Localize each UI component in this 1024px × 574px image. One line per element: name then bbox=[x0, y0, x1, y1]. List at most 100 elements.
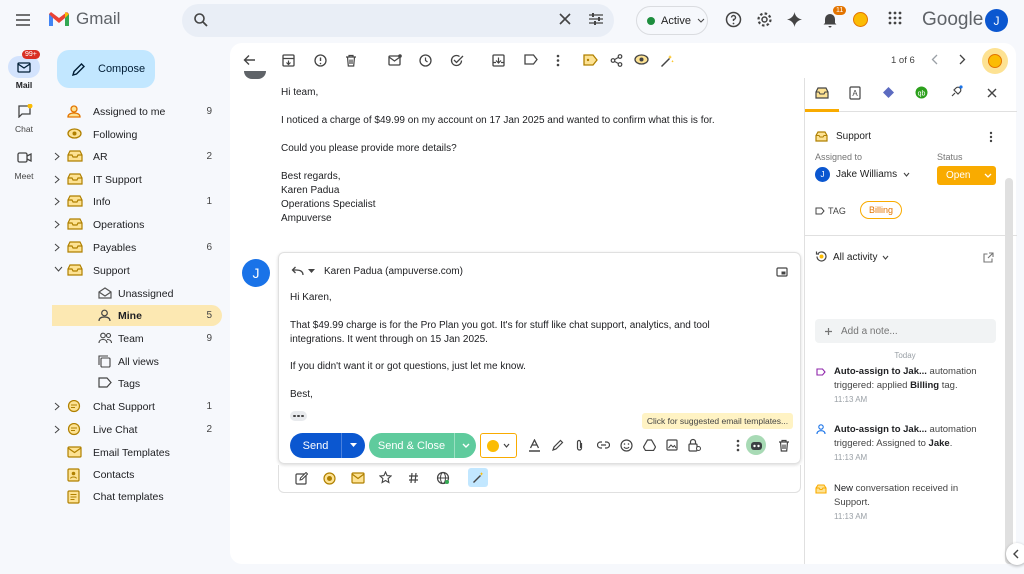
chevron-right-icon[interactable] bbox=[54, 402, 60, 411]
reply-body[interactable]: If you didn't want it or got questions, … bbox=[290, 360, 526, 374]
reply-type-caret-icon[interactable] bbox=[308, 269, 315, 274]
sidebar-item-chat-templates[interactable]: Chat templates bbox=[52, 486, 222, 507]
hiver-coin-icon[interactable] bbox=[323, 472, 336, 485]
email-template-icon[interactable] bbox=[351, 472, 365, 484]
clear-search-icon[interactable] bbox=[558, 12, 572, 26]
more-options-icon[interactable] bbox=[989, 131, 993, 143]
tab-conversation-icon[interactable] bbox=[815, 87, 829, 99]
snooze-clock-icon[interactable] bbox=[419, 54, 432, 67]
search-options-icon[interactable] bbox=[588, 12, 604, 26]
sidebar-item-support[interactable]: Support bbox=[52, 260, 222, 281]
search-icon[interactable] bbox=[193, 12, 209, 28]
sidebar-item-mine[interactable]: Mine 5 bbox=[52, 305, 222, 326]
pop-out-icon[interactable] bbox=[776, 267, 788, 277]
discard-draft-trash-icon[interactable] bbox=[778, 439, 790, 452]
add-note-input[interactable] bbox=[815, 319, 996, 343]
hiver-tag-icon[interactable] bbox=[583, 54, 598, 66]
reply-closing[interactable]: Best, bbox=[290, 388, 313, 402]
hiver-options-button[interactable] bbox=[480, 433, 517, 458]
globe-icon[interactable] bbox=[436, 471, 450, 485]
activity-filter[interactable]: All activity bbox=[833, 252, 889, 263]
reply-arrow-icon[interactable] bbox=[291, 266, 304, 276]
tab-contact-card-icon[interactable]: A bbox=[849, 86, 861, 100]
assignee-selector[interactable]: J Jake Williams bbox=[815, 167, 910, 182]
account-avatar[interactable]: J bbox=[985, 9, 1008, 32]
edit-note-icon[interactable] bbox=[295, 472, 308, 485]
archive-icon[interactable] bbox=[282, 54, 295, 67]
apps-grid-icon[interactable] bbox=[888, 11, 902, 25]
ai-assist-button[interactable] bbox=[468, 468, 488, 487]
previous-chevron-icon[interactable] bbox=[931, 54, 938, 65]
sidebar-item-following[interactable]: Following bbox=[52, 124, 222, 145]
more-options-icon[interactable] bbox=[736, 439, 740, 452]
send-and-close-button[interactable]: Send & Close bbox=[369, 433, 476, 458]
reply-recipient[interactable]: Karen Padua (ampuverse.com) bbox=[324, 266, 463, 277]
label-icon[interactable] bbox=[524, 54, 538, 65]
next-chevron-icon[interactable] bbox=[959, 54, 966, 65]
chevron-right-icon[interactable] bbox=[54, 152, 60, 161]
chevron-down-icon[interactable] bbox=[54, 266, 63, 272]
sidebar-item-all-views[interactable]: All views bbox=[52, 351, 222, 372]
add-tag-button[interactable]: TAG bbox=[815, 202, 846, 219]
sidebar-item-ar[interactable]: AR 2 bbox=[52, 146, 222, 167]
more-options-icon[interactable] bbox=[556, 54, 560, 67]
sidebar-item-contacts[interactable]: Contacts bbox=[52, 464, 222, 485]
sidebar-item-team[interactable]: Team 9 bbox=[52, 328, 222, 349]
open-external-icon[interactable] bbox=[983, 252, 994, 263]
sidebar-item-unassigned[interactable]: Unassigned bbox=[52, 283, 222, 304]
back-arrow-icon[interactable] bbox=[243, 54, 256, 66]
emoji-icon[interactable] bbox=[620, 439, 633, 452]
page-scrollbar[interactable] bbox=[1005, 178, 1013, 564]
hashtag-icon[interactable] bbox=[408, 472, 419, 484]
insert-photo-icon[interactable] bbox=[666, 439, 678, 451]
reply-greeting[interactable]: Hi Karen, bbox=[290, 291, 332, 305]
send-close-dropdown[interactable] bbox=[454, 433, 476, 458]
star-icon[interactable] bbox=[379, 471, 392, 484]
text-format-icon[interactable] bbox=[529, 439, 540, 452]
help-icon[interactable] bbox=[725, 11, 742, 28]
status-dropdown[interactable]: Open bbox=[937, 166, 996, 185]
collapse-side-panel-button[interactable] bbox=[1006, 543, 1024, 565]
main-menu-icon[interactable] bbox=[14, 12, 34, 28]
sidebar-item-chat-support[interactable]: Chat Support 1 bbox=[52, 396, 222, 417]
chevron-right-icon[interactable] bbox=[54, 243, 60, 252]
report-spam-icon[interactable] bbox=[314, 54, 327, 67]
send-button[interactable]: Send bbox=[290, 433, 365, 458]
hiver-extension-icon[interactable] bbox=[853, 12, 868, 27]
add-task-icon[interactable] bbox=[450, 54, 464, 67]
reply-body[interactable]: That $49.99 charge is for the Pro Plan y… bbox=[290, 319, 750, 347]
sidebar-item-operations[interactable]: Operations bbox=[52, 214, 222, 235]
mark-unread-icon[interactable] bbox=[388, 54, 402, 66]
sidebar-item-assigned-to-me[interactable]: Assigned to me 9 bbox=[52, 101, 222, 122]
gemini-sparkle-icon[interactable] bbox=[786, 11, 803, 28]
magic-wand-icon[interactable] bbox=[660, 54, 674, 68]
hiver-panel-toggle[interactable] bbox=[982, 48, 1008, 74]
attachment-paperclip-icon[interactable] bbox=[575, 439, 584, 452]
move-to-icon[interactable] bbox=[492, 54, 505, 67]
sidebar-item-it-support[interactable]: IT Support bbox=[52, 169, 222, 190]
chevron-right-icon[interactable] bbox=[54, 220, 60, 229]
sidebar-item-payables[interactable]: Payables 6 bbox=[52, 237, 222, 258]
confidential-lock-icon[interactable] bbox=[688, 438, 701, 452]
delete-trash-icon[interactable] bbox=[345, 54, 357, 67]
gmail-logo[interactable]: Gmail bbox=[48, 9, 120, 29]
sidebar-item-live-chat[interactable]: Live Chat 2 bbox=[52, 419, 222, 440]
tab-quickbooks-icon[interactable]: qb bbox=[915, 86, 928, 99]
tag-chip-billing[interactable]: Billing bbox=[860, 201, 903, 219]
chevron-right-icon[interactable] bbox=[54, 175, 60, 184]
send-options-dropdown[interactable] bbox=[341, 433, 365, 458]
suggested-templates-bot-button[interactable] bbox=[746, 435, 766, 455]
chevron-right-icon[interactable] bbox=[54, 197, 60, 206]
sidebar-item-email-templates[interactable]: Email Templates bbox=[52, 442, 222, 463]
share-icon[interactable] bbox=[610, 54, 623, 67]
settings-gear-icon[interactable] bbox=[756, 11, 773, 28]
tab-apps-plug-icon[interactable] bbox=[949, 85, 963, 99]
signature-pen-icon[interactable] bbox=[551, 439, 564, 452]
sidebar-item-tags[interactable]: Tags bbox=[52, 373, 222, 394]
sidebar-item-info[interactable]: Info 1 bbox=[52, 191, 222, 212]
search-bar[interactable] bbox=[182, 4, 614, 37]
status-selector[interactable]: Active bbox=[636, 6, 708, 35]
follow-eye-icon[interactable] bbox=[634, 54, 649, 65]
google-drive-icon[interactable] bbox=[643, 439, 656, 451]
close-panel-icon[interactable] bbox=[987, 88, 997, 98]
